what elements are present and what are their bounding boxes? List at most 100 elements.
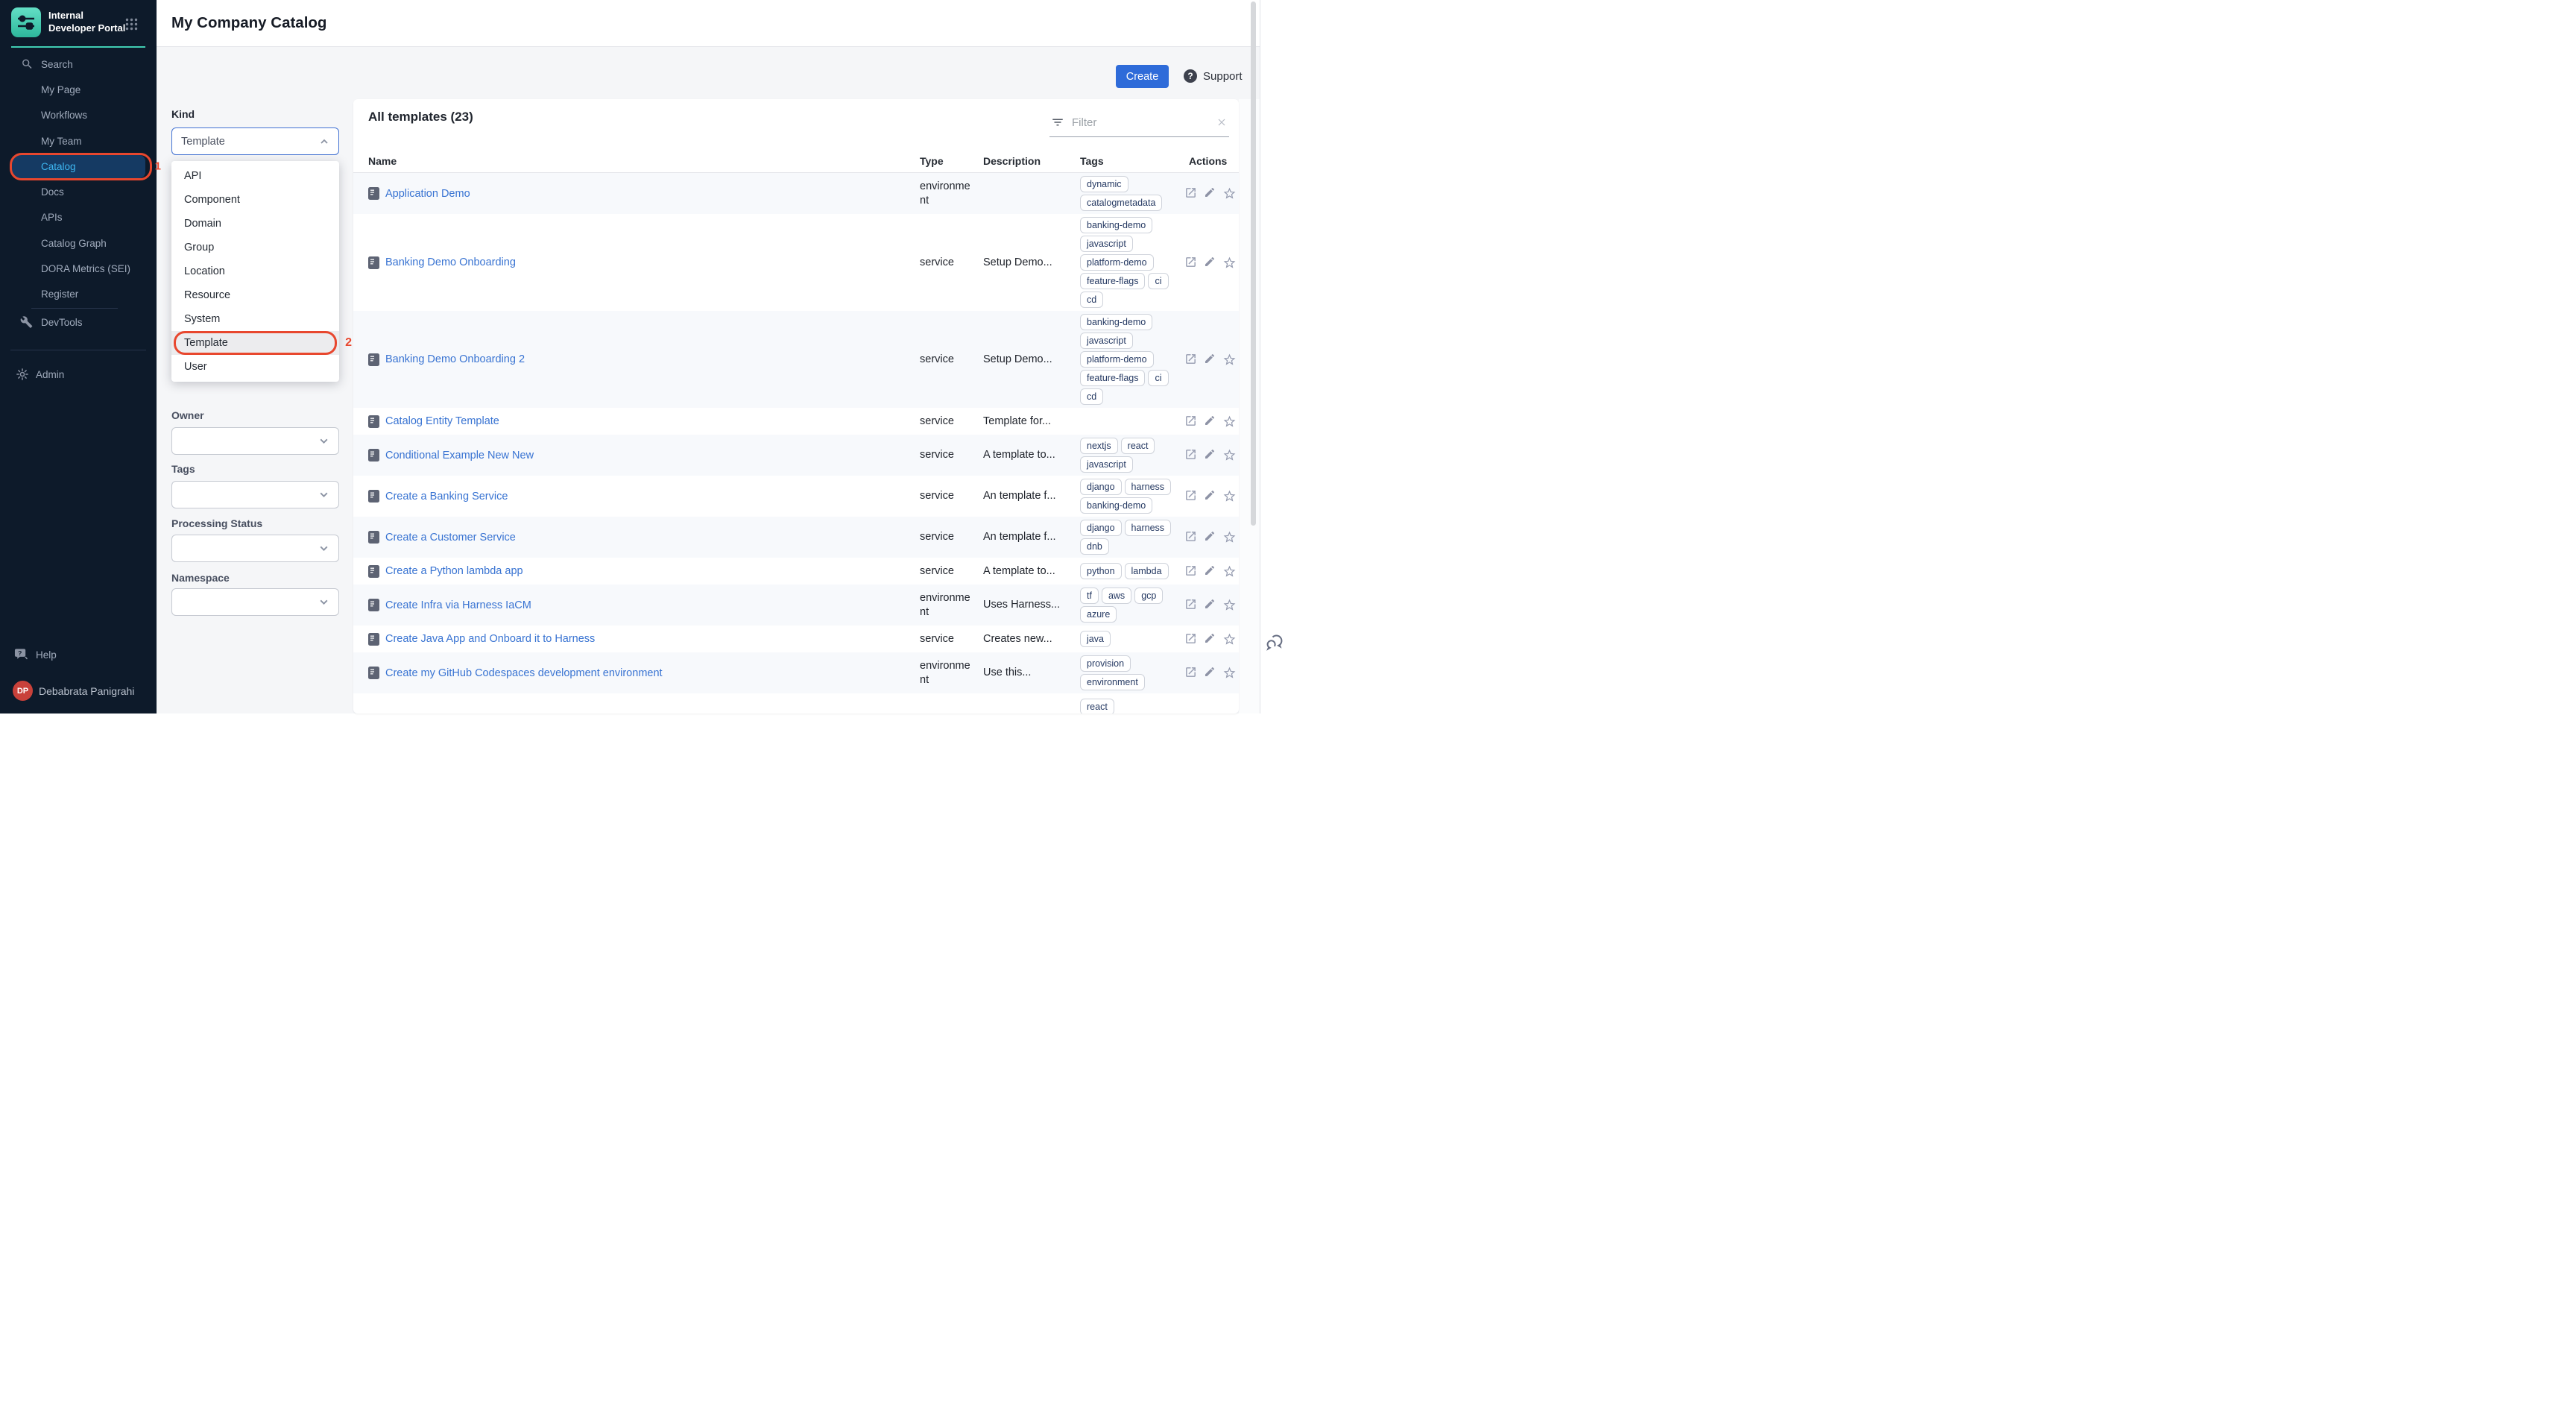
kind-option-group[interactable]: Group bbox=[171, 236, 339, 259]
template-link[interactable]: Create a Banking Service bbox=[385, 491, 508, 503]
kind-option-template[interactable]: Template2 bbox=[171, 331, 339, 355]
sidebar-item-my-team[interactable]: My Team bbox=[0, 128, 157, 154]
gear-icon bbox=[16, 368, 29, 381]
doc-icon bbox=[368, 415, 379, 428]
table-row: Banking Demo OnboardingserviceSetup Demo… bbox=[353, 214, 1239, 311]
support-button[interactable]: ? Support bbox=[1183, 69, 1243, 84]
sidebar-item-docs[interactable]: Docs bbox=[0, 179, 157, 204]
kind-option-domain[interactable]: Domain bbox=[171, 212, 339, 236]
star-icon[interactable] bbox=[1222, 530, 1237, 544]
kind-option-system[interactable]: System bbox=[171, 307, 339, 331]
sidebar-item-label: Register bbox=[41, 289, 78, 300]
star-icon[interactable] bbox=[1222, 564, 1237, 579]
star-icon[interactable] bbox=[1222, 353, 1237, 367]
template-link[interactable]: Create Java App and Onboard it to Harnes… bbox=[385, 633, 595, 645]
open-in-new-icon[interactable] bbox=[1184, 448, 1197, 462]
edit-pencil-icon[interactable] bbox=[1204, 256, 1216, 270]
star-icon[interactable] bbox=[1222, 186, 1237, 201]
sidebar-item-search[interactable]: Search bbox=[0, 51, 157, 77]
svg-text:?: ? bbox=[1187, 71, 1193, 81]
scrollbar-thumb[interactable] bbox=[1251, 1, 1256, 526]
create-button[interactable]: Create bbox=[1116, 65, 1169, 88]
tags-cell: dynamiccatalogmetadata bbox=[1080, 176, 1181, 211]
star-icon[interactable] bbox=[1222, 415, 1237, 429]
actions-cell bbox=[1181, 598, 1239, 612]
edit-pencil-icon[interactable] bbox=[1204, 632, 1216, 646]
open-in-new-icon[interactable] bbox=[1184, 666, 1197, 680]
edit-pencil-icon[interactable] bbox=[1204, 598, 1216, 612]
clear-x-icon[interactable] bbox=[1216, 116, 1228, 128]
annotation-step-number: 1 bbox=[155, 160, 161, 173]
tag-chip: provision bbox=[1080, 655, 1131, 672]
open-in-new-icon[interactable] bbox=[1184, 632, 1197, 646]
tags-select[interactable] bbox=[171, 481, 339, 508]
open-in-new-icon[interactable] bbox=[1184, 598, 1197, 612]
sidebar-item-devtools[interactable]: DevTools bbox=[0, 309, 157, 335]
tag-chip: feature-flags bbox=[1080, 370, 1145, 386]
template-link[interactable]: Create a Python lambda app bbox=[385, 565, 523, 577]
edit-pencil-icon[interactable] bbox=[1204, 564, 1216, 579]
star-icon[interactable] bbox=[1222, 489, 1237, 503]
edit-pencil-icon[interactable] bbox=[1204, 666, 1216, 680]
sidebar-item-my-page[interactable]: My Page bbox=[0, 77, 157, 102]
edit-pencil-icon[interactable] bbox=[1204, 353, 1216, 367]
template-link[interactable]: Create Infra via Harness IaCM bbox=[385, 599, 531, 611]
kind-option-resource[interactable]: Resource bbox=[171, 283, 339, 307]
open-in-new-icon[interactable] bbox=[1184, 186, 1197, 201]
templates-card: All templates (23) NameTypeDescriptionTa… bbox=[353, 99, 1239, 714]
open-in-new-icon[interactable] bbox=[1184, 530, 1197, 544]
sidebar-item-register[interactable]: Register bbox=[0, 282, 157, 307]
sidebar-item-label: APIs bbox=[41, 212, 63, 223]
edit-pencil-icon[interactable] bbox=[1204, 415, 1216, 429]
chat-launcher-icon[interactable] bbox=[1263, 630, 1286, 652]
template-link[interactable]: Application Demo bbox=[385, 188, 470, 200]
tag-chip: banking-demo bbox=[1080, 497, 1152, 514]
processing-status-select[interactable] bbox=[171, 535, 339, 562]
tag-chip: feature-flags bbox=[1080, 273, 1145, 289]
template-link[interactable]: Create a Customer Service bbox=[385, 532, 516, 544]
open-in-new-icon[interactable] bbox=[1184, 415, 1197, 429]
type-cell: environment bbox=[920, 591, 983, 618]
edit-pencil-icon[interactable] bbox=[1204, 448, 1216, 462]
sidebar-item-help[interactable]: ? Help bbox=[0, 642, 157, 667]
template-link[interactable]: Create my GitHub Codespaces development … bbox=[385, 667, 663, 679]
template-link[interactable]: Banking Demo Onboarding 2 bbox=[385, 353, 525, 365]
apps-grid-icon[interactable] bbox=[125, 18, 138, 31]
user-menu[interactable]: DP Debabrata Panigrahi bbox=[0, 678, 157, 704]
star-icon[interactable] bbox=[1222, 598, 1237, 612]
template-link[interactable]: Banking Demo Onboarding bbox=[385, 256, 516, 268]
tag-chip: cd bbox=[1080, 388, 1103, 405]
table-header: NameTypeDescriptionTagsActions bbox=[353, 149, 1239, 173]
actions-cell bbox=[1181, 530, 1239, 544]
sidebar-item-admin[interactable]: Admin bbox=[0, 362, 157, 387]
namespace-select[interactable] bbox=[171, 588, 339, 616]
edit-pencil-icon[interactable] bbox=[1204, 186, 1216, 201]
sidebar-item-dora-metrics-sei[interactable]: DORA Metrics (SEI) bbox=[0, 256, 157, 281]
open-in-new-icon[interactable] bbox=[1184, 489, 1197, 503]
open-in-new-icon[interactable] bbox=[1184, 564, 1197, 579]
open-in-new-icon[interactable] bbox=[1184, 256, 1197, 270]
open-in-new-icon[interactable] bbox=[1184, 353, 1197, 367]
star-icon[interactable] bbox=[1222, 666, 1237, 680]
sidebar-item-catalog-graph[interactable]: Catalog Graph bbox=[0, 230, 157, 256]
star-icon[interactable] bbox=[1222, 256, 1237, 270]
tag-chip: banking-demo bbox=[1080, 217, 1152, 233]
kind-option-user[interactable]: User bbox=[171, 355, 339, 379]
kind-option-location[interactable]: Location bbox=[171, 259, 339, 283]
sidebar-item-apis[interactable]: APIs bbox=[0, 205, 157, 230]
sidebar-item-workflows[interactable]: Workflows bbox=[0, 103, 157, 128]
edit-pencil-icon[interactable] bbox=[1204, 489, 1216, 503]
owner-select[interactable] bbox=[171, 427, 339, 455]
star-icon[interactable] bbox=[1222, 448, 1237, 462]
kind-select[interactable]: Template bbox=[171, 127, 339, 155]
template-link[interactable]: Conditional Example New New bbox=[385, 450, 534, 462]
filter-input[interactable] bbox=[1070, 116, 1216, 130]
chevron-down-icon bbox=[318, 543, 329, 554]
table-row: Create a Python lambda appserviceA templ… bbox=[353, 558, 1239, 585]
edit-pencil-icon[interactable] bbox=[1204, 530, 1216, 544]
star-icon[interactable] bbox=[1222, 632, 1237, 646]
kind-option-api[interactable]: API bbox=[171, 164, 339, 188]
kind-option-component[interactable]: Component bbox=[171, 188, 339, 212]
sidebar-item-catalog[interactable]: Catalog1 bbox=[11, 155, 145, 178]
template-link[interactable]: Catalog Entity Template bbox=[385, 415, 499, 427]
